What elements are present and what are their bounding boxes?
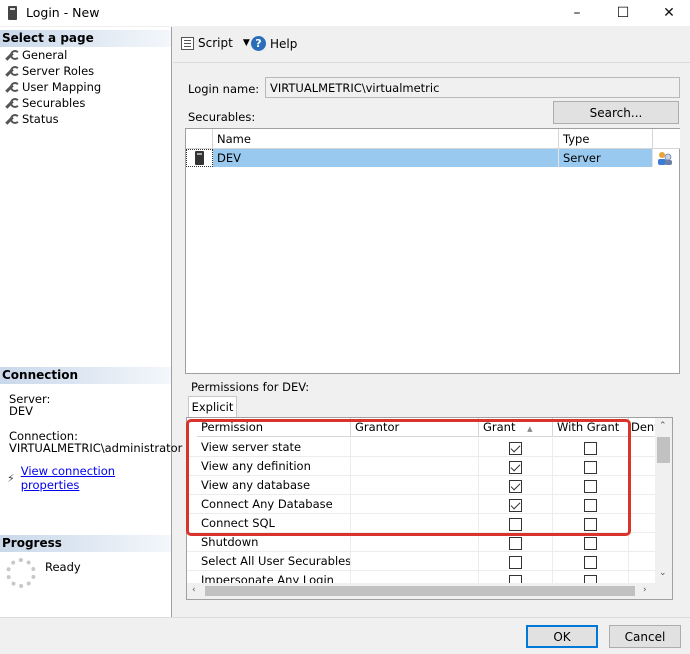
grantor-cell <box>351 552 479 571</box>
scroll-left-icon[interactable]: ‹ <box>192 585 196 595</box>
scroll-down-icon[interactable]: ⌄ <box>659 568 667 578</box>
page-item-label: User Mapping <box>22 80 102 94</box>
deny-cell <box>629 457 657 476</box>
column-header-type[interactable]: Type <box>559 129 653 149</box>
wrench-icon <box>4 113 20 126</box>
page-item-label: Status <box>22 112 59 126</box>
grant-checkbox[interactable] <box>509 537 522 550</box>
page-item-status[interactable]: Status <box>4 111 59 127</box>
securables-label: Securables: <box>188 110 256 124</box>
horizontal-scrollbar[interactable]: ‹ › <box>187 583 672 599</box>
server-icon <box>195 151 204 165</box>
with-grant-cell <box>553 552 629 571</box>
column-header-name[interactable]: Name <box>213 129 559 149</box>
page-item-general[interactable]: General <box>4 47 67 63</box>
page-item-user-mapping[interactable]: User Mapping <box>4 79 101 95</box>
page-item-securables[interactable]: Securables <box>4 95 85 111</box>
progress-status: Ready <box>45 560 81 574</box>
tab-explicit[interactable]: Explicit <box>188 396 237 417</box>
users-icon[interactable] <box>657 151 673 166</box>
table-row[interactable]: Select All User Securables <box>187 552 657 571</box>
chevron-down-icon[interactable]: ▼ <box>243 38 250 48</box>
login-name-label: Login name: <box>188 82 260 96</box>
connection-header: Connection <box>0 367 171 384</box>
deny-cell <box>629 438 657 457</box>
with-grant-checkbox[interactable] <box>584 556 597 569</box>
window-title: Login - New <box>26 5 100 20</box>
progress-spinner-icon <box>6 558 36 588</box>
help-label: Help <box>270 36 298 51</box>
securables-table[interactable]: Name Type DEV Server <box>185 128 680 374</box>
title-bar: Login - New – ☐ ✕ <box>0 0 690 27</box>
connection-value: VIRTUALMETRIC\administrator <box>9 441 183 455</box>
table-row[interactable]: DEV Server <box>213 149 653 167</box>
page-item-server-roles[interactable]: Server Roles <box>4 63 94 79</box>
deny-cell <box>629 533 657 552</box>
permission-name: Select All User Securables <box>197 552 351 571</box>
help-button[interactable]: ? Help <box>251 36 297 51</box>
vertical-scrollbar[interactable]: ⌃ ⌄ <box>655 418 672 584</box>
securable-type: Server <box>559 149 653 167</box>
maximize-button[interactable]: ☐ <box>600 0 646 26</box>
page-item-label: Securables <box>22 96 86 110</box>
script-label: Script <box>198 36 233 50</box>
wrench-icon <box>4 65 20 78</box>
select-page-header: Select a page <box>0 30 171 47</box>
scrollbar-thumb[interactable] <box>205 586 635 596</box>
search-button[interactable]: Search... <box>553 101 679 124</box>
scroll-right-icon[interactable]: › <box>643 585 647 595</box>
securable-name: DEV <box>213 149 559 167</box>
ok-button[interactable]: OK <box>526 625 598 648</box>
plug-icon: ⚡ <box>7 471 15 485</box>
grant-cell <box>479 552 553 571</box>
deny-cell <box>629 552 657 571</box>
deny-cell <box>629 476 657 495</box>
column-header-blank <box>653 129 680 149</box>
deny-cell <box>629 495 657 514</box>
permissions-label: Permissions for DEV: <box>191 380 310 394</box>
cancel-button[interactable]: Cancel <box>609 625 681 648</box>
grant-checkbox[interactable] <box>509 556 522 569</box>
progress-header: Progress <box>0 535 171 552</box>
column-header-deny[interactable]: Deny <box>629 418 657 437</box>
minimize-button[interactable]: – <box>554 0 600 26</box>
left-pane: Select a page General Server Roles User … <box>0 27 182 617</box>
wrench-icon <box>4 81 20 94</box>
row-selector-header <box>186 129 213 149</box>
view-connection-properties[interactable]: ⚡ View connection properties <box>7 464 171 492</box>
server-value: DEV <box>9 404 33 418</box>
page-item-label: General <box>22 48 68 62</box>
wrench-icon <box>4 49 20 62</box>
with-grant-checkbox[interactable] <box>584 537 597 550</box>
script-button[interactable]: Script ▼ <box>181 36 250 50</box>
script-icon <box>181 36 194 50</box>
help-icon: ? <box>251 36 266 51</box>
scrollbar-thumb[interactable] <box>657 437 670 463</box>
scroll-up-icon[interactable]: ⌃ <box>659 421 667 431</box>
toolbar: Script ▼ ? Help <box>173 27 690 63</box>
wrench-icon <box>4 97 20 110</box>
highlight-box <box>186 419 631 536</box>
close-button[interactable]: ✕ <box>646 0 690 26</box>
view-connection-link[interactable]: View connection properties <box>21 464 171 492</box>
deny-cell <box>629 514 657 533</box>
server-icon <box>8 6 17 20</box>
page-item-label: Server Roles <box>22 64 95 78</box>
login-name-field[interactable]: VIRTUALMETRIC\virtualmetric <box>265 77 680 98</box>
